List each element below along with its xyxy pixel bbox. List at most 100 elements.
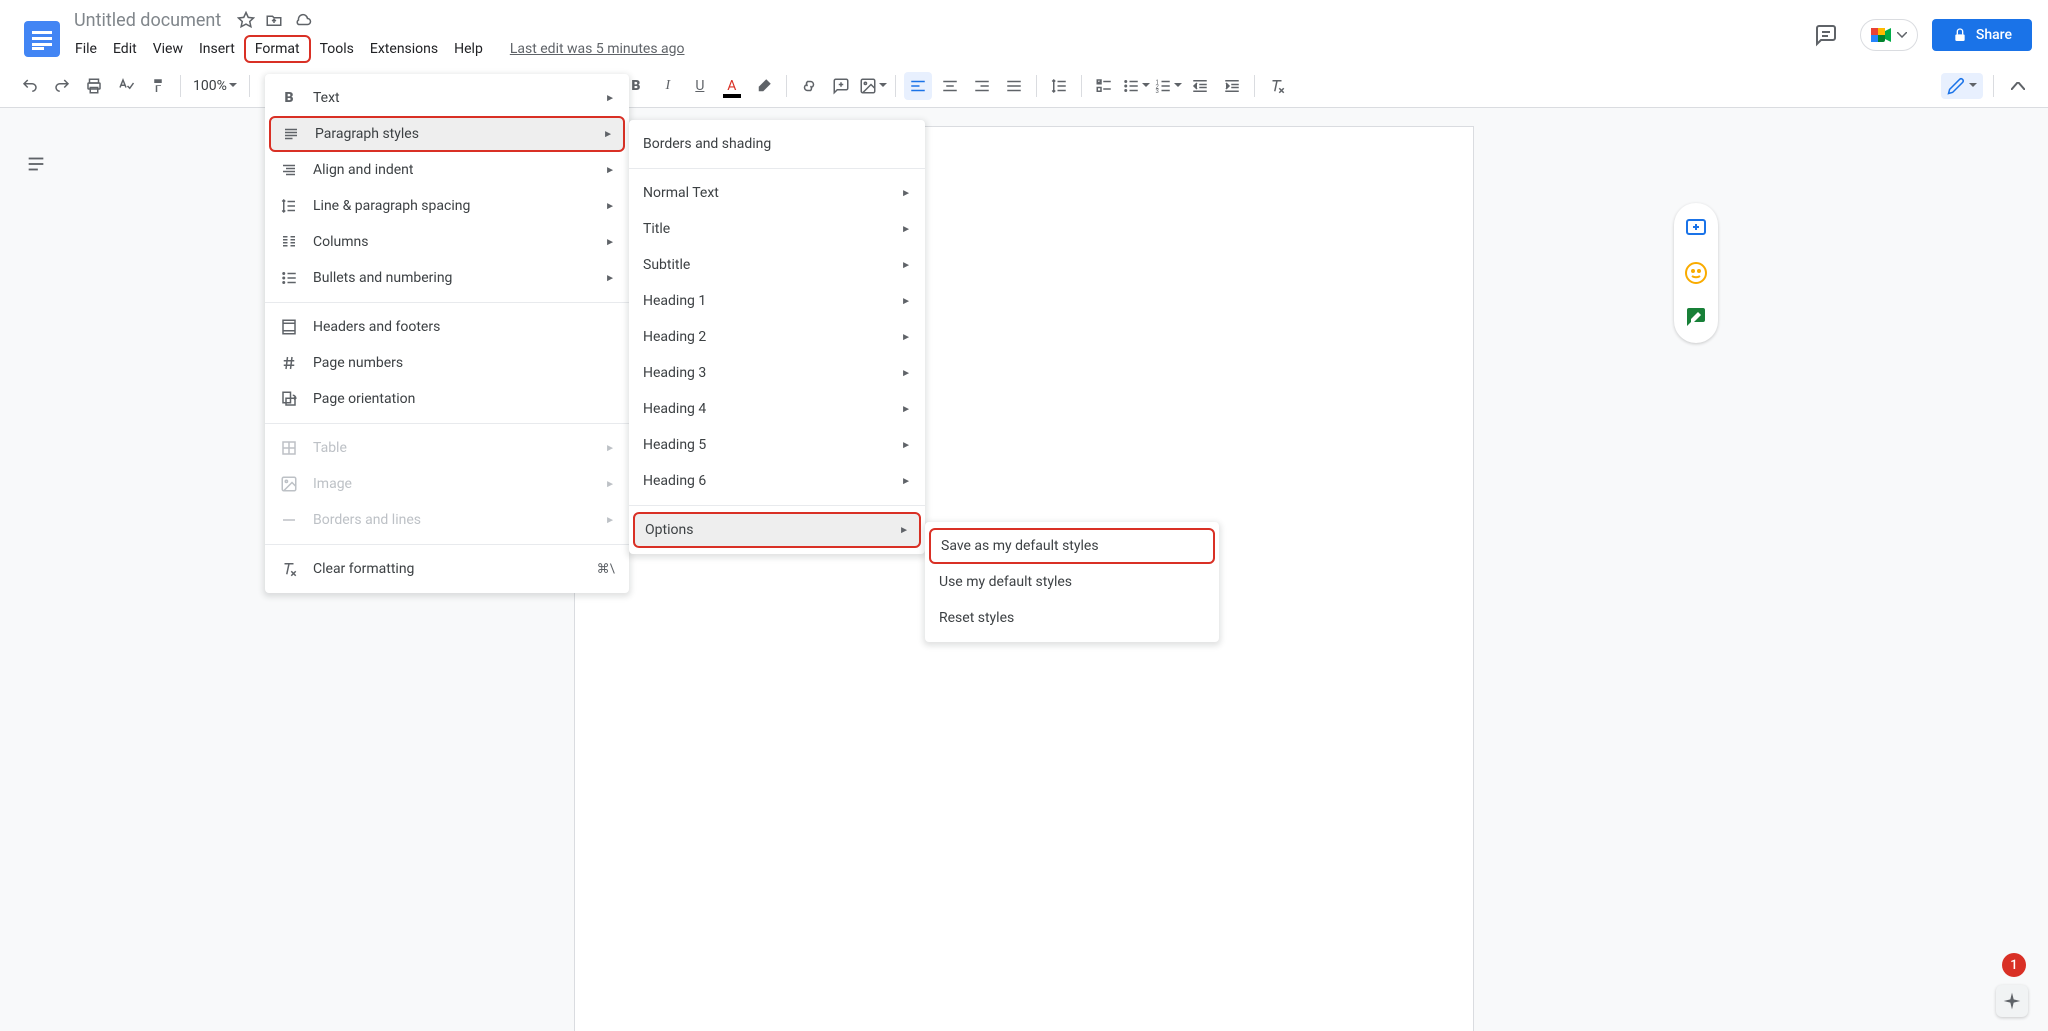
print-button[interactable] bbox=[80, 72, 108, 100]
add-comment-side-button[interactable] bbox=[1678, 211, 1714, 247]
align-center-button[interactable] bbox=[936, 72, 964, 100]
menu-item-label: Options bbox=[645, 522, 865, 538]
editing-mode-button[interactable] bbox=[1941, 73, 1983, 99]
explore-button[interactable] bbox=[1996, 985, 2028, 1017]
menu-item-borders-and-shading[interactable]: Borders and shading bbox=[629, 126, 925, 162]
separator bbox=[180, 75, 181, 97]
menu-item-title[interactable]: Title► bbox=[629, 211, 925, 247]
decrease-indent-button[interactable] bbox=[1186, 72, 1214, 100]
undo-button[interactable] bbox=[16, 72, 44, 100]
menu-item-heading-6[interactable]: Heading 6► bbox=[629, 463, 925, 499]
menu-tools[interactable]: Tools bbox=[313, 37, 361, 61]
add-suggestion-side-button[interactable] bbox=[1678, 299, 1714, 335]
menu-item-heading-1[interactable]: Heading 1► bbox=[629, 283, 925, 319]
last-edit-link[interactable]: Last edit was 5 minutes ago bbox=[510, 41, 685, 57]
increase-indent-button[interactable] bbox=[1218, 72, 1246, 100]
menu-item-save-as-my-default-styles[interactable]: Save as my default styles bbox=[929, 528, 1215, 564]
menu-extensions[interactable]: Extensions bbox=[363, 37, 445, 61]
document-outline-button[interactable] bbox=[20, 148, 52, 180]
docs-logo-icon[interactable] bbox=[24, 21, 60, 57]
menu-help[interactable]: Help bbox=[447, 37, 490, 61]
separator bbox=[1254, 75, 1255, 97]
redo-button[interactable] bbox=[48, 72, 76, 100]
submenu-arrow-icon: ► bbox=[901, 332, 911, 343]
add-comment-button[interactable] bbox=[827, 72, 855, 100]
submenu-arrow-icon: ► bbox=[605, 237, 615, 248]
menu-file[interactable]: File bbox=[68, 37, 104, 61]
meet-button[interactable] bbox=[1860, 19, 1918, 51]
menu-format[interactable]: Format bbox=[244, 35, 311, 63]
align-right-button[interactable] bbox=[968, 72, 996, 100]
text-color-button[interactable]: A bbox=[718, 72, 746, 100]
menu-item-label: Subtitle bbox=[643, 257, 867, 273]
menu-item-heading-4[interactable]: Heading 4► bbox=[629, 391, 925, 427]
menu-item-text[interactable]: BText► bbox=[265, 80, 629, 116]
submenu-arrow-icon: ► bbox=[605, 443, 615, 454]
separator bbox=[249, 75, 250, 97]
table-icon bbox=[279, 439, 299, 457]
menu-item-bullets-and-numbering[interactable]: Bullets and numbering► bbox=[265, 260, 629, 296]
underline-button[interactable]: U bbox=[686, 72, 714, 100]
separator bbox=[786, 75, 787, 97]
chevron-down-icon bbox=[1969, 83, 1977, 88]
submenu-arrow-icon: ► bbox=[605, 201, 615, 212]
menu-item-heading-3[interactable]: Heading 3► bbox=[629, 355, 925, 391]
paragraph-icon bbox=[281, 125, 301, 143]
menu-item-align-and-indent[interactable]: Align and indent► bbox=[265, 152, 629, 188]
star-icon[interactable] bbox=[237, 11, 255, 29]
document-title[interactable]: Untitled document bbox=[68, 8, 227, 33]
side-actions bbox=[1674, 203, 1718, 343]
menu-item-label: Line & paragraph spacing bbox=[313, 198, 571, 214]
menu-item-page-orientation[interactable]: Page orientation bbox=[265, 381, 629, 417]
move-icon[interactable] bbox=[265, 11, 283, 29]
menu-item-label: Page numbers bbox=[313, 355, 615, 371]
menu-insert[interactable]: Insert bbox=[192, 37, 242, 61]
menu-item-heading-2[interactable]: Heading 2 ► bbox=[629, 319, 925, 355]
menu-item-reset-styles[interactable]: Reset styles bbox=[925, 600, 1219, 636]
chevron-down-icon bbox=[229, 83, 237, 88]
add-emoji-side-button[interactable] bbox=[1678, 255, 1714, 291]
insert-image-button[interactable] bbox=[859, 72, 887, 100]
menu-item-label: Normal Text bbox=[643, 185, 867, 201]
bulleted-list-button[interactable] bbox=[1122, 72, 1150, 100]
menu-item-clear-formatting[interactable]: Clear formatting⌘\ bbox=[265, 551, 629, 587]
menu-item-heading-5[interactable]: Heading 5► bbox=[629, 427, 925, 463]
menu-item-paragraph-styles[interactable]: Paragraph styles► bbox=[269, 116, 625, 152]
meet-icon bbox=[1871, 26, 1893, 44]
menu-item-subtitle[interactable]: Subtitle► bbox=[629, 247, 925, 283]
menu-view[interactable]: View bbox=[146, 37, 190, 61]
share-button[interactable]: Share bbox=[1932, 19, 2032, 51]
menu-item-line-paragraph-spacing[interactable]: Line & paragraph spacing ► bbox=[265, 188, 629, 224]
numbered-list-button[interactable]: 123 bbox=[1154, 72, 1182, 100]
menu-item-label: Table bbox=[313, 440, 571, 456]
notification-badge[interactable]: 1 bbox=[2002, 953, 2026, 977]
menu-item-headers-and-footers[interactable]: Headers and footers bbox=[265, 309, 629, 345]
align-justify-button[interactable] bbox=[1000, 72, 1028, 100]
spellcheck-button[interactable] bbox=[112, 72, 140, 100]
highlight-button[interactable] bbox=[750, 72, 778, 100]
menu-item-page-numbers[interactable]: Page numbers bbox=[265, 345, 629, 381]
italic-button[interactable]: I bbox=[654, 72, 682, 100]
submenu-arrow-icon: ► bbox=[901, 404, 911, 415]
collapse-toolbar-button[interactable] bbox=[2004, 72, 2032, 100]
checklist-button[interactable] bbox=[1090, 72, 1118, 100]
cloud-status-icon[interactable] bbox=[293, 11, 313, 29]
line-spacing-button[interactable] bbox=[1045, 72, 1073, 100]
separator bbox=[1081, 75, 1082, 97]
menu-edit[interactable]: Edit bbox=[106, 37, 144, 61]
menu-item-options[interactable]: Options► bbox=[633, 512, 921, 548]
paint-format-button[interactable] bbox=[144, 72, 172, 100]
menu-item-use-my-default-styles[interactable]: Use my default styles bbox=[925, 564, 1219, 600]
comment-history-button[interactable] bbox=[1806, 15, 1846, 55]
menu-item-columns[interactable]: Columns► bbox=[265, 224, 629, 260]
options-dropdown: Save as my default stylesUse my default … bbox=[925, 522, 1219, 642]
zoom-selector[interactable]: 100% bbox=[189, 78, 241, 94]
submenu-arrow-icon: ► bbox=[901, 224, 911, 235]
menu-item-label: Heading 2 bbox=[643, 329, 867, 345]
insert-link-button[interactable] bbox=[795, 72, 823, 100]
menu-item-normal-text[interactable]: Normal Text► bbox=[629, 175, 925, 211]
submenu-arrow-icon: ► bbox=[605, 165, 615, 176]
align-left-button[interactable] bbox=[904, 72, 932, 100]
menu-item-label: Bullets and numbering bbox=[313, 270, 571, 286]
clear-formatting-button[interactable] bbox=[1263, 72, 1291, 100]
